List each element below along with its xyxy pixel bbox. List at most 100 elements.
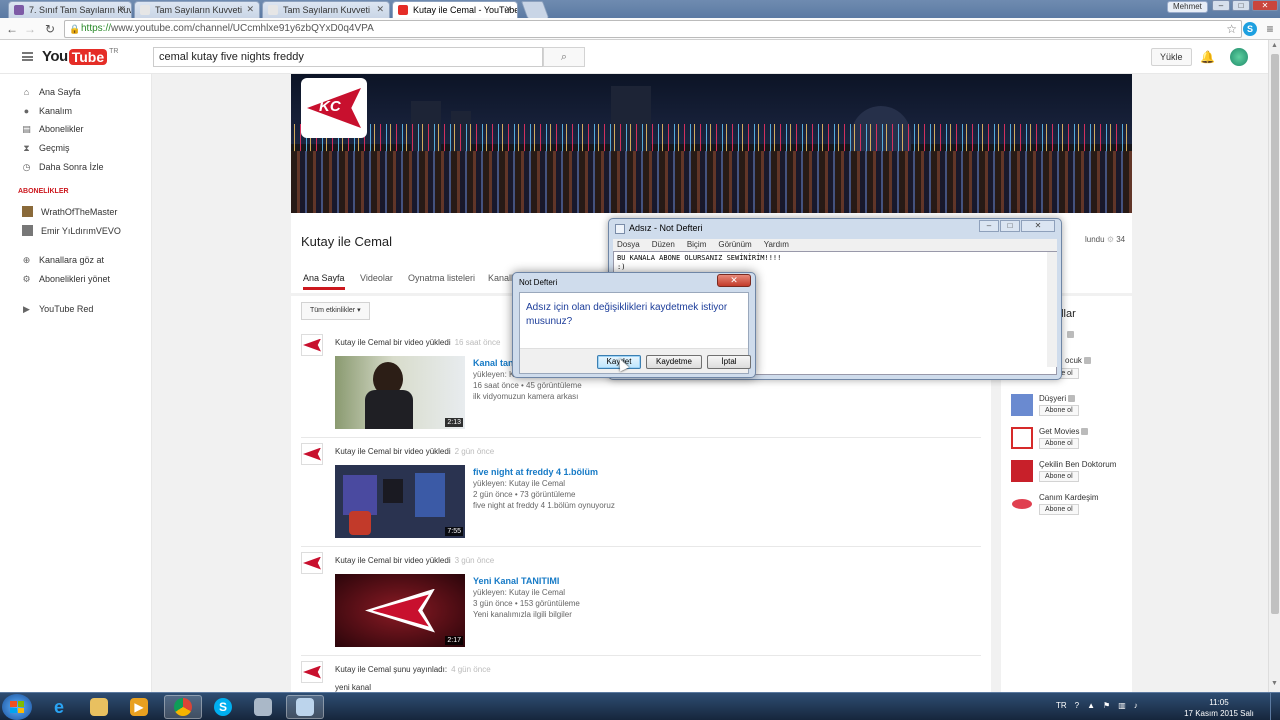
video-thumbnail[interactable]: 2:17 xyxy=(335,574,465,647)
taskbar-file-explorer[interactable] xyxy=(80,695,118,719)
address-bar[interactable]: 🔒 https://www.youtube.com/channel/UCcmhl… xyxy=(64,20,1242,38)
subscribe-button[interactable]: Abone ol xyxy=(1039,504,1079,515)
subscription-item[interactable]: WrathOfTheMaster xyxy=(22,206,117,217)
dont-save-button[interactable]: Kaydetme xyxy=(646,355,702,369)
upload-button[interactable]: Yükle xyxy=(1151,48,1192,66)
taskbar-app[interactable] xyxy=(244,695,282,719)
video-thumbnail[interactable]: 7:55 xyxy=(335,465,465,538)
maximize-icon[interactable]: □ xyxy=(1000,220,1020,232)
guide-item-history[interactable]: ⧗ Geçmiş xyxy=(22,143,69,153)
channel-name-wrap[interactable]: Düşyeri xyxy=(1039,394,1076,403)
guide-item-home[interactable]: ⌂ Ana Sayfa xyxy=(22,87,81,97)
search-input[interactable]: cemal kutay five nights freddy xyxy=(153,47,543,67)
cancel-button[interactable]: İptal xyxy=(707,355,751,369)
action-center-icon[interactable]: ⚑ xyxy=(1103,701,1110,710)
menu-file[interactable]: Dosya xyxy=(617,239,640,251)
menu-format[interactable]: Biçim xyxy=(687,239,707,251)
channel-avatar[interactable] xyxy=(301,334,323,356)
tab-channels[interactable]: Kanall xyxy=(488,273,513,283)
back-arrow-icon[interactable]: ← xyxy=(4,21,20,37)
guide-item-my-channel[interactable]: ● Kanalım xyxy=(22,106,72,116)
channel-thumbnail[interactable] xyxy=(1011,460,1033,482)
video-title[interactable]: five night at freddy 4 1.bölüm xyxy=(473,467,598,477)
notepad-scrollbar[interactable] xyxy=(1047,252,1057,367)
help-icon[interactable]: ? xyxy=(1075,701,1079,710)
channel-avatar[interactable] xyxy=(301,443,323,465)
video-thumbnail[interactable]: 2:13 xyxy=(335,356,465,429)
subscribe-button[interactable]: Abone ol xyxy=(1039,438,1079,449)
taskbar-chrome[interactable] xyxy=(164,695,202,719)
scroll-down-icon[interactable]: ▼ xyxy=(1271,680,1278,687)
taskbar-media-player[interactable]: ▶ xyxy=(120,695,158,719)
language-indicator[interactable]: TR xyxy=(1056,701,1067,710)
guide-item-youtube-red[interactable]: ▶ YouTube Red xyxy=(22,304,93,314)
guide-item-manage-subscriptions[interactable]: ⚙ Abonelikleri yönet xyxy=(22,274,110,284)
minimize-icon[interactable]: – xyxy=(979,220,999,232)
tab-videos[interactable]: Videolar xyxy=(360,273,393,283)
menu-edit[interactable]: Düzen xyxy=(652,239,675,251)
tab-playlists[interactable]: Oynatma listeleri xyxy=(408,273,475,283)
guide-item-browse-channels[interactable]: ⊕ Kanallara göz at xyxy=(22,255,104,265)
subscribe-button[interactable]: Abone ol xyxy=(1039,471,1079,482)
scrollbar-thumb[interactable] xyxy=(1271,54,1279,614)
subscribe-button[interactable]: Abone ol xyxy=(1039,405,1079,416)
search-button[interactable]: ⌕ xyxy=(543,47,585,67)
notifications-bell-icon[interactable]: 🔔 xyxy=(1200,50,1215,64)
windows-taskbar: e ▶ S TR ? ▲ ⚑ ▥ ♪ 11:05 17 Kasım 2015 S… xyxy=(0,692,1280,720)
browser-tab-1[interactable]: 7. Sınıf Tam Sayıların Kuvv ✕ xyxy=(8,1,132,18)
volume-icon[interactable]: ♪ xyxy=(1134,701,1138,710)
channel-thumbnail[interactable] xyxy=(1011,394,1033,416)
channel-name-wrap[interactable]: Get Movies xyxy=(1039,427,1089,436)
start-button[interactable] xyxy=(2,694,32,720)
show-hidden-icons-icon[interactable]: ▲ xyxy=(1087,701,1095,710)
browser-tab-4-active[interactable]: Kutay ile Cemal - YouTube ✕ xyxy=(392,1,518,18)
profile-chip[interactable]: Mehmet xyxy=(1167,1,1208,13)
close-icon[interactable]: ✕ xyxy=(504,4,512,15)
forward-arrow-icon[interactable]: → xyxy=(22,21,38,37)
chrome-menu-icon[interactable]: ≡ xyxy=(1262,21,1278,37)
close-window-icon[interactable]: ✕ xyxy=(1252,0,1278,11)
taskbar-notepad[interactable] xyxy=(286,695,324,719)
skype-extension-icon[interactable]: S xyxy=(1243,22,1257,36)
channel-avatar[interactable] xyxy=(301,552,323,574)
channel-avatar[interactable] xyxy=(301,661,323,683)
channel-name-wrap[interactable]: Çekilin Ben Doktorum xyxy=(1039,460,1116,469)
channel-name-wrap[interactable]: ocuk xyxy=(1065,356,1091,365)
browser-tab-3[interactable]: Tam Sayıların Kuvveti ✕ xyxy=(262,1,390,18)
video-title[interactable]: Yeni Kanal TANITIMI xyxy=(473,576,559,586)
minimize-icon[interactable]: – xyxy=(1212,0,1230,11)
close-icon[interactable]: ✕ xyxy=(717,274,751,287)
guide-item-subscriptions[interactable]: ▤ Abonelikler xyxy=(22,124,83,134)
guide-item-watch-later[interactable]: ◷ Daha Sonra İzle xyxy=(22,162,104,172)
bookmark-star-icon[interactable]: ☆ xyxy=(1226,21,1237,37)
close-icon[interactable]: ✕ xyxy=(118,4,126,15)
channel-name-wrap[interactable]: Canım Kardeşim xyxy=(1039,493,1099,502)
youtube-logo[interactable]: You Tube TR xyxy=(42,48,118,65)
new-tab-button[interactable] xyxy=(520,1,550,18)
browser-tab-2[interactable]: Tam Sayıların Kuvveti ✕ xyxy=(134,1,260,18)
close-icon[interactable]: ✕ xyxy=(1021,220,1055,232)
network-icon[interactable]: ▥ xyxy=(1118,701,1126,710)
tab-home[interactable]: Ana Sayfa xyxy=(303,273,345,290)
avatar[interactable] xyxy=(1230,48,1248,66)
menu-view[interactable]: Görünüm xyxy=(718,239,751,251)
subscription-item[interactable]: Emir YıLdırımVEVO xyxy=(22,225,121,236)
guide-menu-icon[interactable] xyxy=(22,52,33,61)
close-icon[interactable]: ✕ xyxy=(376,4,384,15)
reload-icon[interactable]: ↻ xyxy=(42,21,58,37)
close-icon[interactable]: ✕ xyxy=(246,4,254,15)
maximize-icon[interactable]: □ xyxy=(1232,0,1250,11)
menu-help[interactable]: Yardım xyxy=(764,239,789,251)
video-title[interactable]: Kanal tan xyxy=(473,358,514,368)
taskbar-internet-explorer[interactable]: e xyxy=(40,695,78,719)
show-desktop-button[interactable] xyxy=(1270,693,1280,720)
taskbar-skype[interactable]: S xyxy=(204,695,242,719)
subscribed-status[interactable]: lundu ⚙ 34 xyxy=(1085,235,1125,244)
taskbar-clock[interactable]: 11:05 17 Kasım 2015 Salı xyxy=(1184,697,1254,719)
channel-thumbnail[interactable] xyxy=(1011,493,1033,515)
scroll-up-icon[interactable]: ▲ xyxy=(1271,42,1278,49)
channel-thumbnail[interactable] xyxy=(1011,427,1033,449)
page-scrollbar[interactable]: ▲ ▼ xyxy=(1268,40,1280,692)
gear-icon[interactable]: ⚙ xyxy=(1107,235,1114,244)
activity-filter-dropdown[interactable]: Tüm etkinlikler ▾ xyxy=(301,302,370,320)
